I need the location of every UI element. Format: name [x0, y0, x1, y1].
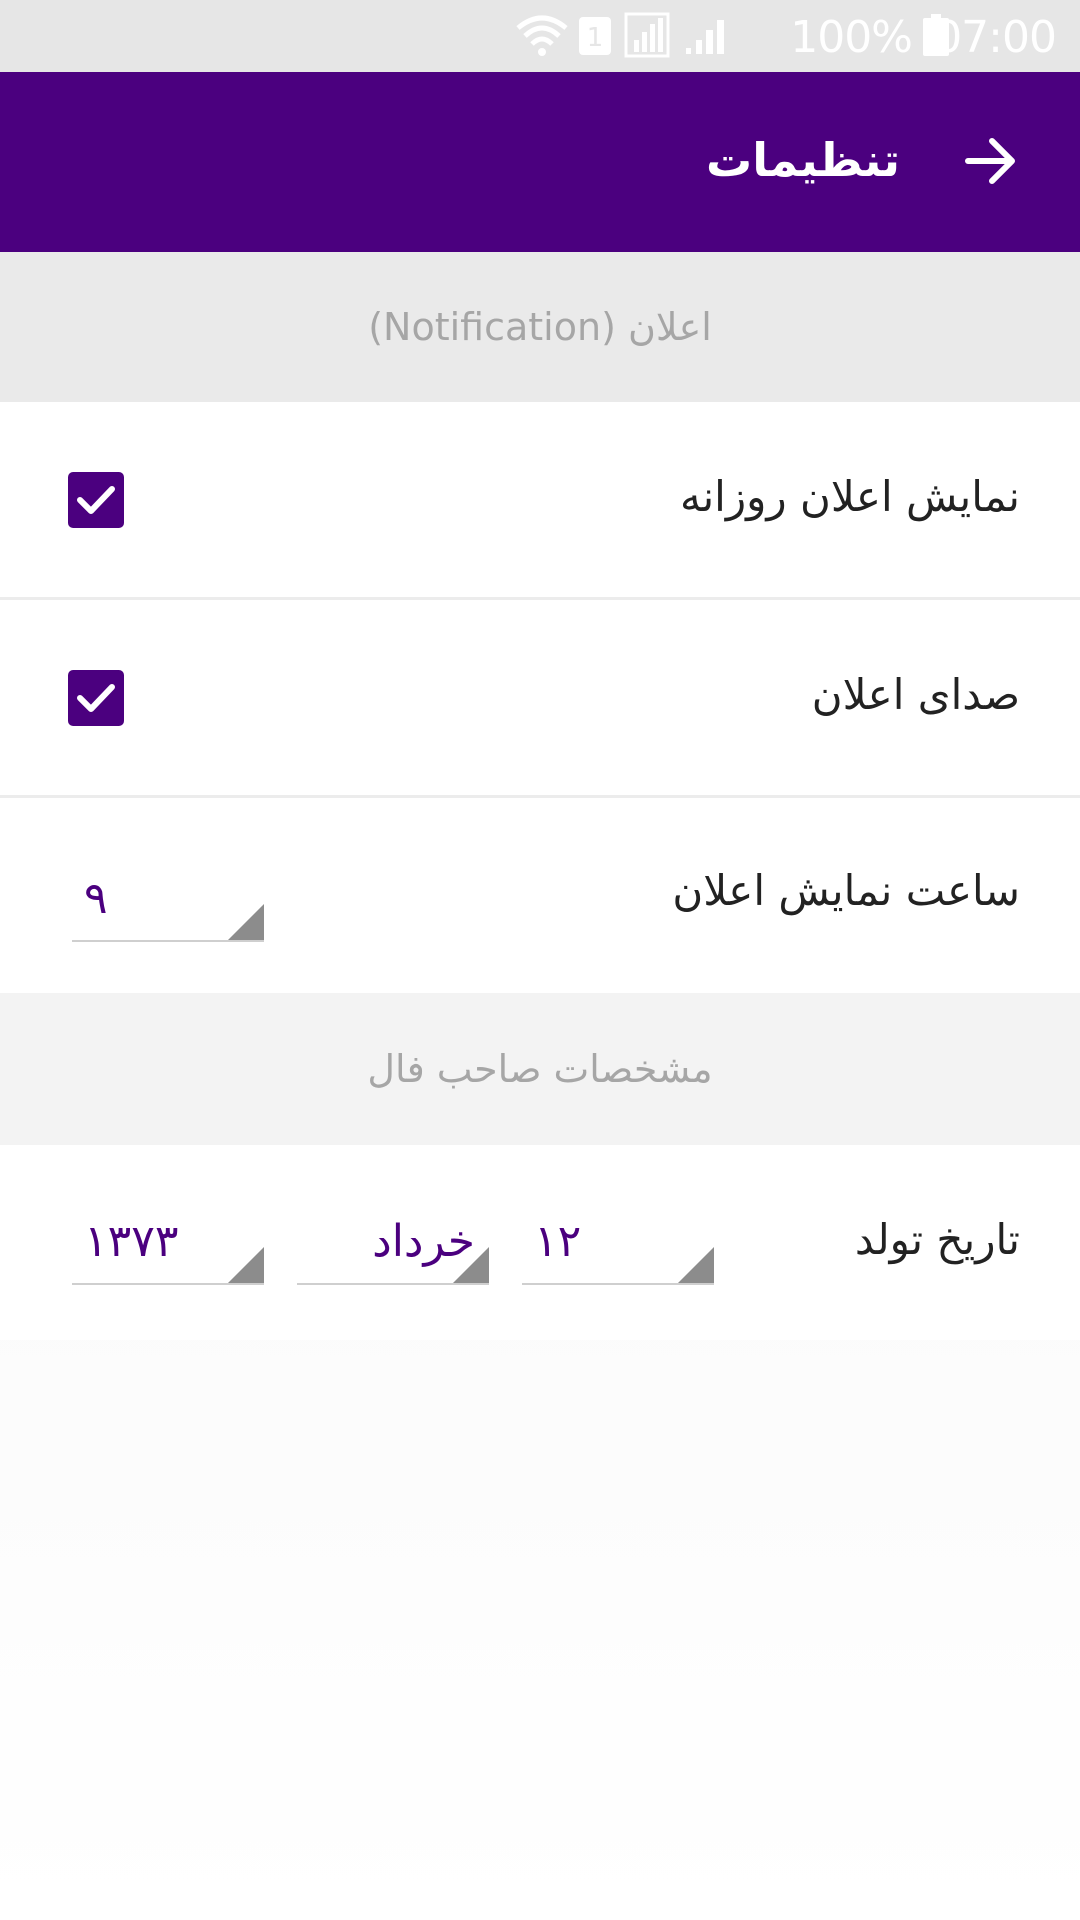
birth-year-value: ۱۳۷۳: [84, 1216, 179, 1267]
check-icon: [77, 684, 115, 712]
setting-row-notification-time[interactable]: ۹ ساعت نمایش اعلان: [0, 798, 1080, 993]
battery-percentage: 100%: [790, 12, 913, 63]
setting-row-notification-sound[interactable]: صدای اعلان: [0, 600, 1080, 795]
signal-icon: [686, 20, 724, 54]
notification-time-label: ساعت نمایش اعلان: [672, 866, 1020, 915]
setting-row-daily-notification[interactable]: نمایش اعلان روزانه: [0, 402, 1080, 598]
notification-hour-spinner[interactable]: ۹: [72, 870, 264, 942]
dropdown-arrow-icon: [228, 1247, 264, 1283]
daily-notification-label: نمایش اعلان روزانه: [679, 472, 1020, 521]
birthdate-label: تاریخ تولد: [854, 1215, 1020, 1264]
section-title: مشخصات صاحب فال: [367, 1047, 713, 1091]
back-button[interactable]: [958, 128, 1024, 194]
check-icon: [77, 486, 115, 514]
status-bar: 1 100% 07:00: [0, 0, 1080, 72]
section-header-notification: اعلان (Notification): [0, 252, 1080, 402]
daily-notification-checkbox[interactable]: [68, 472, 124, 528]
sim1-icon: 1: [579, 17, 611, 55]
notification-sound-checkbox[interactable]: [68, 670, 124, 726]
notification-sound-label: صدای اعلان: [811, 670, 1020, 719]
setting-row-birthdate[interactable]: ۱۳۷۳ خرداد ۱۲ تاریخ تولد: [0, 1145, 1080, 1340]
notification-hour-value: ۹: [84, 873, 108, 924]
sim2-signal-icon: [624, 12, 670, 58]
birth-month-spinner[interactable]: خرداد: [297, 1213, 489, 1285]
arrow-right-icon: [965, 138, 1015, 184]
section-header-owner: مشخصات صاحب فال: [0, 993, 1080, 1145]
dropdown-arrow-icon: [678, 1247, 714, 1283]
birth-year-spinner[interactable]: ۱۳۷۳: [72, 1213, 264, 1285]
section-title: اعلان (Notification): [368, 305, 712, 349]
svg-text:1: 1: [587, 23, 604, 53]
birth-day-spinner[interactable]: ۱۲: [522, 1213, 714, 1285]
birth-day-value: ۱۲: [534, 1216, 582, 1267]
app-bar: تنظیمات: [0, 72, 1080, 252]
clock: 07:00: [934, 12, 1057, 63]
page-title: تنظیمات: [706, 133, 900, 187]
dropdown-arrow-icon: [453, 1247, 489, 1283]
wifi-icon: [516, 15, 568, 56]
dropdown-arrow-icon: [228, 904, 264, 940]
